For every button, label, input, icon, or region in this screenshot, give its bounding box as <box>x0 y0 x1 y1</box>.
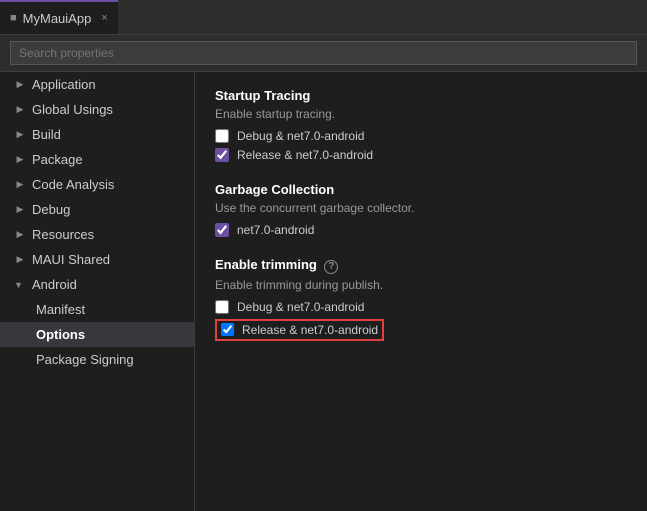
tab-mymauiapp[interactable]: ■ MyMauiApp × <box>0 0 118 34</box>
main-layout: Application Global Usings Build Package … <box>0 72 647 511</box>
expand-icon <box>14 254 26 266</box>
gc-title: Garbage Collection <box>215 182 627 197</box>
trimming-release-row-highlighted: Release & net7.0-android <box>215 319 384 341</box>
startup-release-row: Release & net7.0-android <box>215 148 627 162</box>
sidebar-item-label: Global Usings <box>32 102 113 117</box>
sidebar-item-application[interactable]: Application <box>0 72 194 97</box>
trimming-release-label: Release & net7.0-android <box>242 323 378 337</box>
android-children: Manifest Options Package Signing <box>0 297 194 372</box>
sidebar-subitem-label: Package Signing <box>36 352 134 367</box>
sidebar-subitem-label: Manifest <box>36 302 85 317</box>
trimming-debug-label: Debug & net7.0-android <box>237 300 364 314</box>
sidebar-subitem-options[interactable]: Options <box>0 322 194 347</box>
sidebar-subitem-package-signing[interactable]: Package Signing <box>0 347 194 372</box>
sidebar-item-debug[interactable]: Debug <box>0 197 194 222</box>
sidebar-item-maui-shared[interactable]: MAUI Shared <box>0 247 194 272</box>
trimming-debug-checkbox[interactable] <box>215 300 229 314</box>
sidebar: Application Global Usings Build Package … <box>0 72 195 511</box>
sidebar-item-build[interactable]: Build <box>0 122 194 147</box>
sidebar-item-resources[interactable]: Resources <box>0 222 194 247</box>
gc-net7-checkbox[interactable] <box>215 223 229 237</box>
expand-icon <box>14 204 26 216</box>
tab-bar: ■ MyMauiApp × <box>0 0 647 35</box>
sidebar-subitem-manifest[interactable]: Manifest <box>0 297 194 322</box>
tab-label: MyMauiApp <box>23 11 92 26</box>
sidebar-item-label: Android <box>32 277 77 292</box>
trimming-title: Enable trimming ? <box>215 257 627 274</box>
sidebar-item-label: Build <box>32 127 61 142</box>
gc-desc: Use the concurrent garbage collector. <box>215 201 627 215</box>
startup-tracing-desc: Enable startup tracing. <box>215 107 627 121</box>
trimming-debug-row: Debug & net7.0-android <box>215 300 627 314</box>
sidebar-item-package[interactable]: Package <box>0 147 194 172</box>
startup-debug-row: Debug & net7.0-android <box>215 129 627 143</box>
sidebar-item-code-analysis[interactable]: Code Analysis <box>0 172 194 197</box>
sidebar-item-android-group: Android Manifest Options Package Signing <box>0 272 194 372</box>
expand-icon <box>14 79 26 91</box>
expand-icon <box>14 179 26 191</box>
sidebar-item-label: Code Analysis <box>32 177 114 192</box>
sidebar-item-label: Package <box>32 152 83 167</box>
trimming-release-checkbox[interactable] <box>221 323 234 336</box>
sidebar-item-global-usings[interactable]: Global Usings <box>0 97 194 122</box>
gc-net7-row: net7.0-android <box>215 223 627 237</box>
expand-icon <box>14 154 26 166</box>
gc-net7-label: net7.0-android <box>237 223 314 237</box>
expand-icon <box>14 229 26 241</box>
tab-close-button[interactable]: × <box>101 12 107 24</box>
search-input[interactable] <box>10 41 637 65</box>
startup-debug-checkbox[interactable] <box>215 129 229 143</box>
search-bar <box>0 35 647 72</box>
startup-release-checkbox[interactable] <box>215 148 229 162</box>
sidebar-item-label: Resources <box>32 227 94 242</box>
tab-file-icon: ■ <box>10 12 17 24</box>
sidebar-item-label: Debug <box>32 202 70 217</box>
sidebar-subitem-label: Options <box>36 327 85 342</box>
trimming-help-icon[interactable]: ? <box>324 260 338 274</box>
sidebar-item-android[interactable]: Android <box>0 272 194 297</box>
content-area: Startup Tracing Enable startup tracing. … <box>195 72 647 511</box>
sidebar-item-label: MAUI Shared <box>32 252 110 267</box>
section-startup-tracing: Startup Tracing Enable startup tracing. … <box>215 88 627 162</box>
startup-debug-label: Debug & net7.0-android <box>237 129 364 143</box>
sidebar-item-label: Application <box>32 77 96 92</box>
expand-icon <box>14 104 26 116</box>
trimming-desc: Enable trimming during publish. <box>215 278 627 292</box>
startup-release-label: Release & net7.0-android <box>237 148 373 162</box>
section-enable-trimming: Enable trimming ? Enable trimming during… <box>215 257 627 341</box>
section-garbage-collection: Garbage Collection Use the concurrent ga… <box>215 182 627 237</box>
expand-icon <box>14 280 26 290</box>
expand-icon <box>14 129 26 141</box>
startup-tracing-title: Startup Tracing <box>215 88 627 103</box>
